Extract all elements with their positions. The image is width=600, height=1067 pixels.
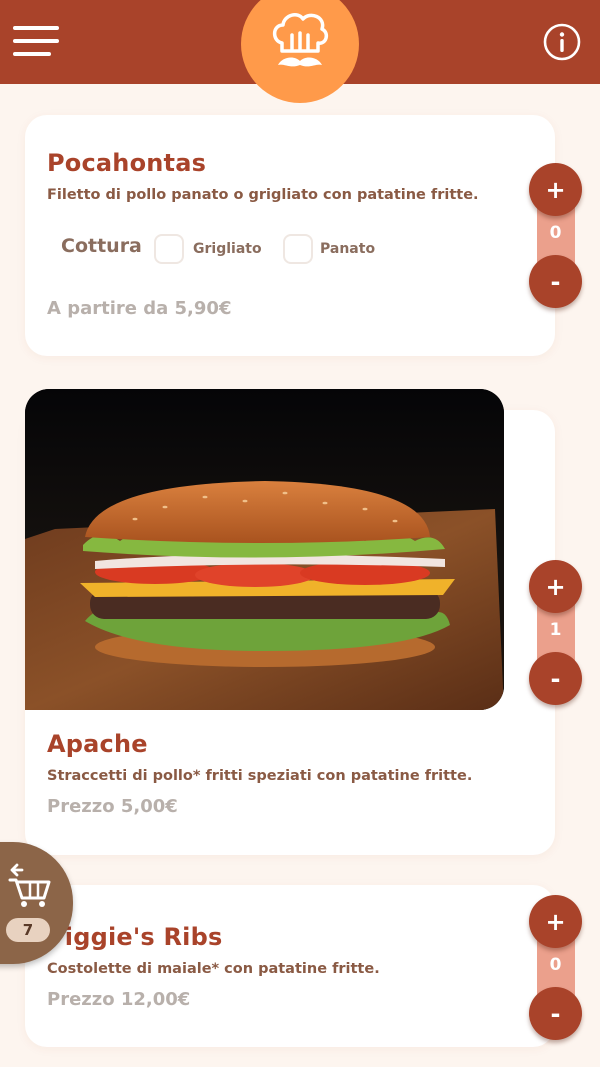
hamburger-menu-icon (13, 26, 59, 30)
decrease-button[interactable]: - (529, 987, 582, 1040)
product-description: Filetto di pollo panato o grigliato con … (47, 187, 479, 203)
cottura-option-panato[interactable]: Panato (320, 241, 375, 257)
product-title: Piggie's Ribs (47, 923, 223, 951)
product-card-pocahontas: Pocahontas Filetto di pollo panato o gri… (25, 115, 555, 356)
cart-return-icon (8, 863, 51, 907)
cottura-checkbox-panato[interactable] (283, 234, 313, 264)
chef-logo[interactable] (241, 0, 359, 103)
cart-count-badge: 7 (6, 918, 50, 942)
cottura-label: Cottura (61, 235, 142, 257)
quantity-value: 0 (549, 223, 562, 243)
product-title: Apache (47, 730, 148, 758)
product-description: Straccetti di pollo* fritti speziati con… (47, 768, 473, 784)
quantity-value: 0 (549, 955, 562, 975)
product-title: Pocahontas (47, 149, 207, 177)
cottura-checkbox-grigliato[interactable] (154, 234, 184, 264)
decrease-button[interactable]: - (529, 255, 582, 308)
product-price: Prezzo 12,00€ (47, 989, 191, 1010)
decrease-button[interactable]: - (529, 652, 582, 705)
cottura-option-grigliato[interactable]: Grigliato (193, 241, 262, 257)
menu-button[interactable] (13, 26, 59, 58)
product-price: A partire da 5,90€ (47, 298, 232, 319)
product-price: Prezzo 5,00€ (47, 796, 178, 817)
info-icon (543, 23, 581, 61)
increase-button[interactable]: + (529, 163, 582, 216)
increase-button[interactable]: + (529, 560, 582, 613)
product-description: Costolette di maiale* con patatine fritt… (47, 961, 380, 977)
increase-button[interactable]: + (529, 895, 582, 948)
product-card-piggies-ribs: Piggie's Ribs Costolette di maiale* con … (25, 885, 555, 1047)
burger-photo[interactable] (25, 389, 504, 710)
info-button[interactable] (542, 22, 582, 62)
quantity-value: 1 (549, 620, 562, 640)
chef-hat-mustache-icon (272, 13, 329, 67)
